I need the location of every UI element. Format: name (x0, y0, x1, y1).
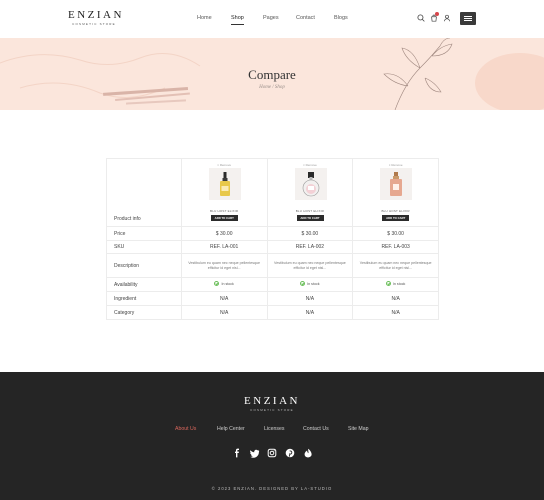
description-text: Vestibulum eu quam nec neque pellentesqu… (188, 260, 261, 270)
product-name[interactable]: BLU HOST ELIXIR (268, 209, 353, 213)
nav-item-contact[interactable]: Contact (296, 15, 315, 21)
row-label-ingredient: Ingredient (106, 291, 182, 306)
price-value: $ 30.00 (266, 226, 354, 241)
availability-cell: In stock (180, 277, 268, 292)
price-value: $ 30.00 (352, 226, 439, 241)
search-icon[interactable] (417, 14, 425, 22)
row-label-sku: SKU (106, 240, 182, 254)
availability-cell: In stock (352, 277, 439, 292)
table-row: SKU REF. LA-001 REF. LA-002 REF. LA-003 (106, 240, 439, 254)
check-circle-icon (214, 281, 220, 286)
nav-item-pages[interactable]: Pages (263, 15, 279, 21)
category-value: N/A (266, 305, 354, 320)
row-label-category: Category (106, 305, 182, 320)
row-label-availability: Availability (106, 277, 182, 292)
serum-bottle-icon (219, 171, 230, 196)
table-row: Description Vestibulum eu quam nec neque… (106, 253, 439, 278)
availability-value: In stock (307, 281, 320, 286)
ingredient-value: N/A (266, 291, 354, 306)
footer-brand-name: ENZIAN (244, 395, 300, 407)
facebook-icon[interactable] (232, 448, 242, 458)
ingredient-value: N/A (180, 291, 268, 306)
category-value: N/A (180, 305, 268, 320)
instagram-icon[interactable] (267, 448, 277, 458)
availability-cell: In stock (266, 277, 354, 292)
product-cell: × Remove BLU HOST ELIXIR ADD TO CART (266, 158, 354, 227)
product-image[interactable] (294, 167, 327, 200)
product-cell: × Remove BLU HOST ELIXIR ADD TO CART (180, 158, 268, 227)
price-value: $ 30.00 (180, 226, 268, 241)
availability-value: In stock (221, 281, 234, 286)
description-cell: Vestibulum eu quam nec neque pellentesqu… (352, 253, 439, 278)
remove-link[interactable]: × Remove (182, 163, 267, 167)
row-label-product: Product info (106, 158, 182, 227)
ingredient-value: N/A (352, 291, 439, 306)
product-image[interactable] (208, 167, 241, 200)
cart-count-badge (435, 12, 439, 16)
product-name[interactable]: BLU HOST ELIXIR (353, 209, 438, 213)
sku-value: REF. LA-002 (266, 240, 354, 254)
nav-item-home[interactable]: Home (197, 15, 212, 21)
user-icon[interactable] (443, 14, 451, 22)
footer-link-help-center[interactable]: Help Center (217, 426, 245, 432)
pinterest-icon[interactable] (285, 448, 295, 458)
footer-link-licenses[interactable]: Licenses (264, 426, 284, 432)
site-header: ENZIAN COSMETIC STORE Home Shop Pages Co… (0, 0, 544, 38)
availability-value: In stock (392, 281, 406, 286)
copyright-text: © 2023 ENZIAN. DESIGNED BY LA-STUDIO (211, 486, 333, 491)
row-label-description: Description (106, 253, 182, 278)
table-row: Availability In stock In stock In stock (106, 277, 439, 292)
remove-link[interactable]: × Remove (268, 163, 353, 167)
product-name[interactable]: BLU HOST ELIXIR (182, 209, 267, 213)
compare-table: Product info × Remove BLU HOST ELIXIR AD… (106, 158, 439, 320)
nav-item-shop[interactable]: Shop (231, 15, 244, 25)
site-footer: ENZIAN COSMETIC STORE About Us Help Cent… (0, 372, 544, 500)
menu-icon[interactable] (460, 12, 476, 25)
description-cell: Vestibulum eu quam nec neque pellentesqu… (180, 253, 268, 278)
description-cell: Vestibulum eu quam nec neque pellentesqu… (266, 253, 354, 278)
breadcrumb[interactable]: Home / Shop (0, 85, 544, 90)
product-image[interactable] (380, 167, 413, 200)
perfume-bottle-icon (390, 171, 403, 196)
footer-link-site-map[interactable]: Site Map (348, 426, 368, 432)
table-row: Ingredient N/A N/A N/A (106, 291, 439, 306)
dribbble-icon[interactable] (303, 448, 313, 458)
description-text: Vestibulum eu quam nec neque pellentesqu… (359, 260, 432, 270)
sku-value: REF. LA-003 (352, 240, 439, 254)
category-value: N/A (352, 305, 439, 320)
table-row: Category N/A N/A N/A (106, 305, 439, 320)
footer-link-about-us[interactable]: About Us (175, 426, 196, 432)
table-row: Product info × Remove BLU HOST ELIXIR AD… (106, 158, 439, 227)
nav-item-blogs[interactable]: Blogs (334, 15, 348, 21)
description-text: Vestibulum eu quam nec neque pellentesqu… (274, 260, 346, 270)
add-to-cart-button[interactable]: ADD TO CART (296, 214, 324, 221)
page-hero: Compare Home / Shop (0, 38, 544, 110)
footer-brand-tagline: COSMETIC STORE (250, 408, 294, 412)
footer-link-contact-us[interactable]: Contact Us (303, 426, 329, 432)
twitter-icon[interactable] (250, 448, 260, 458)
perfume-bottle-icon (302, 171, 319, 196)
check-circle-icon (300, 281, 306, 286)
product-cell: × Remove BLU HOST ELIXIR ADD TO CART (352, 158, 439, 227)
table-row: Price $ 30.00 $ 30.00 $ 30.00 (106, 226, 439, 241)
sku-value: REF. LA-001 (180, 240, 268, 254)
add-to-cart-button[interactable]: ADD TO CART (210, 214, 238, 221)
remove-link[interactable]: × Remove (353, 163, 438, 167)
check-circle-icon (385, 281, 391, 286)
footer-logo[interactable]: ENZIAN COSMETIC STORE (0, 395, 544, 413)
page-title: Compare (248, 67, 296, 82)
row-label-price: Price (106, 226, 182, 241)
add-to-cart-button[interactable]: ADD TO CART (382, 214, 410, 221)
